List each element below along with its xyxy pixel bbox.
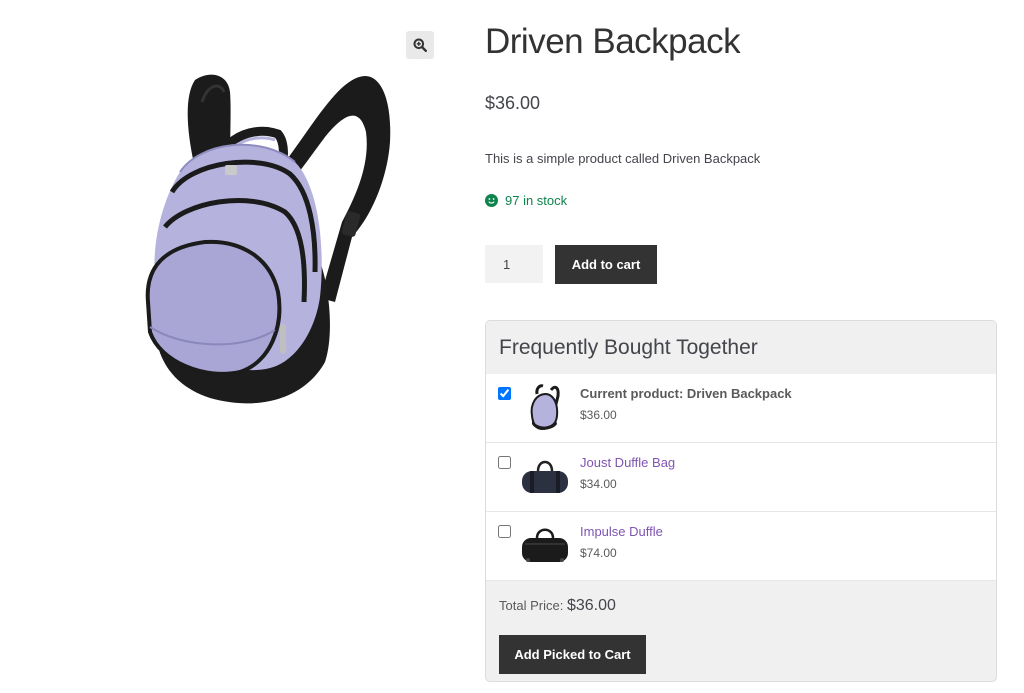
stock-status: 97 in stock <box>485 193 567 208</box>
fbt-checkbox-joust[interactable] <box>498 456 511 469</box>
fbt-item-joust: Joust Duffle Bag $34.00 <box>486 443 996 512</box>
duffle-thumb <box>522 460 568 493</box>
add-to-cart-button[interactable]: Add to cart <box>555 245 657 284</box>
stock-text: 97 in stock <box>505 193 568 208</box>
magnifier-plus-icon <box>413 38 427 52</box>
fbt-name-current: Current product: Driven Backpack <box>580 386 792 401</box>
product-description: This is a simple product called Driven B… <box>485 151 761 166</box>
frequently-bought-together: Frequently Bought Together Current produ… <box>485 320 997 682</box>
add-picked-to-cart-button[interactable]: Add Picked to Cart <box>499 635 646 674</box>
duffle-thumb <box>522 528 568 562</box>
total-price: Total Price: $36.00 <box>499 597 983 615</box>
smiley-icon <box>485 194 498 207</box>
total-value: $36.00 <box>566 597 616 614</box>
backpack-image <box>145 74 391 404</box>
backpack-thumb <box>530 384 560 431</box>
fbt-link-joust[interactable]: Joust Duffle Bag <box>580 455 675 470</box>
total-label: Total Price: <box>499 598 564 613</box>
fbt-footer: Total Price: $36.00 Add Picked to Cart <box>486 581 996 674</box>
fbt-price-current: $36.00 <box>580 408 617 422</box>
fbt-checkbox-current[interactable] <box>498 387 511 400</box>
fbt-item-impulse: Impulse Duffle $74.00 <box>486 512 996 581</box>
quantity-input[interactable] <box>485 245 543 283</box>
fbt-link-impulse[interactable]: Impulse Duffle <box>580 524 663 539</box>
product-gallery[interactable] <box>120 62 420 422</box>
fbt-item-current: Current product: Driven Backpack $36.00 <box>486 374 996 443</box>
product-title: Driven Backpack <box>485 22 741 61</box>
fbt-heading: Frequently Bought Together <box>486 321 996 374</box>
fbt-checkbox-impulse[interactable] <box>498 525 511 538</box>
fbt-price-joust: $34.00 <box>580 477 617 491</box>
product-price: $36.00 <box>485 93 541 113</box>
fbt-price-impulse: $74.00 <box>580 546 617 560</box>
zoom-button[interactable] <box>406 31 434 59</box>
